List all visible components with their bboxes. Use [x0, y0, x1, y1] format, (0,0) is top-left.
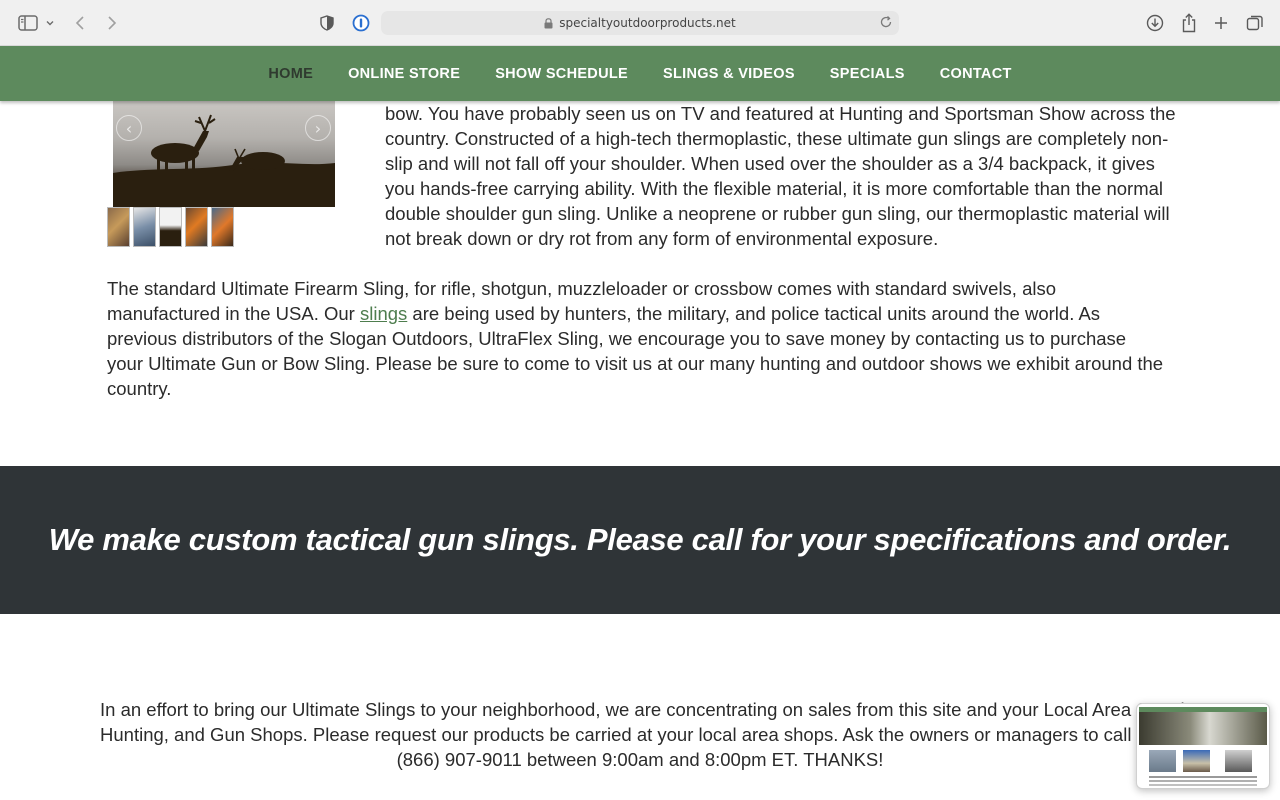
local-shops-line: In an effort to bring our Ultimate Sling…: [100, 699, 1211, 720]
forward-arrow-icon[interactable]: [104, 11, 120, 35]
preview-nav: [1139, 707, 1267, 712]
slider-next-button[interactable]: ›: [305, 115, 331, 141]
plus-icon[interactable]: [1212, 11, 1230, 35]
share-icon[interactable]: [1179, 11, 1199, 35]
main-nav: HOME ONLINE STORE SHOW SCHEDULE SLINGS &…: [0, 46, 1280, 101]
address-bar[interactable]: specialtyoutdoorproducts.net: [381, 11, 899, 35]
download-icon[interactable]: [1145, 11, 1165, 35]
preview-image: [1225, 750, 1252, 772]
back-arrow-icon[interactable]: [72, 11, 88, 35]
local-shops-text: In an effort to bring our Ultimate Sling…: [100, 697, 1244, 772]
lock-icon: [544, 17, 553, 29]
slider-prev-button[interactable]: ‹: [116, 115, 142, 141]
local-shops-line: Hunting, and Gun Shops. Please request o…: [100, 724, 1244, 745]
sling-description: The standard Ultimate Firearm Sling, for…: [107, 276, 1167, 401]
slider-thumbnail[interactable]: [159, 207, 182, 247]
shield-icon[interactable]: [318, 11, 336, 35]
local-shops-line: (866) 907-9011 between 9:00am and 8:00pm…: [396, 749, 884, 770]
image-slider[interactable]: ‹ ›: [113, 101, 335, 207]
reload-icon[interactable]: [879, 15, 893, 29]
preview-hero: [1139, 707, 1267, 745]
deer-image: [113, 114, 335, 207]
preview-text: [1149, 776, 1257, 778]
tab-overview-icon[interactable]: [1245, 11, 1265, 35]
product-description: bow. You have probably seen us on TV and…: [385, 103, 1176, 249]
custom-slings-banner: We make custom tactical gun slings. Plea…: [0, 466, 1280, 614]
nav-item-specials[interactable]: SPECIALS: [812, 66, 922, 82]
slider-thumbnail[interactable]: [133, 207, 156, 247]
browser-toolbar: specialtyoutdoorproducts.net: [0, 0, 1280, 46]
nav-item-show-schedule[interactable]: SHOW SCHEDULE: [478, 66, 646, 82]
slider-thumbnails: [107, 207, 234, 247]
nav-item-home[interactable]: HOME: [251, 66, 331, 82]
password-manager-icon[interactable]: [351, 11, 371, 35]
nav-item-slings-videos[interactable]: SLINGS & VIDEOS: [645, 66, 812, 82]
slider-thumbnail[interactable]: [107, 207, 130, 247]
page-preview-thumbnail[interactable]: [1136, 703, 1270, 789]
slider-thumbnail[interactable]: [211, 207, 234, 247]
nav-item-online-store[interactable]: ONLINE STORE: [331, 66, 478, 82]
chevron-right-icon: ›: [314, 118, 322, 138]
preview-image: [1183, 750, 1210, 772]
preview-image: [1149, 750, 1176, 772]
nav-item-contact[interactable]: CONTACT: [922, 66, 1029, 82]
url-text: specialtyoutdoorproducts.net: [559, 16, 736, 30]
chevron-left-icon: ‹: [125, 118, 133, 138]
sidebar-icon[interactable]: [17, 11, 39, 35]
chevron-down-icon[interactable]: [44, 11, 56, 35]
slings-link[interactable]: slings: [360, 303, 407, 324]
banner-heading: We make custom tactical gun slings. Plea…: [48, 522, 1232, 557]
slider-thumbnail[interactable]: [185, 207, 208, 247]
